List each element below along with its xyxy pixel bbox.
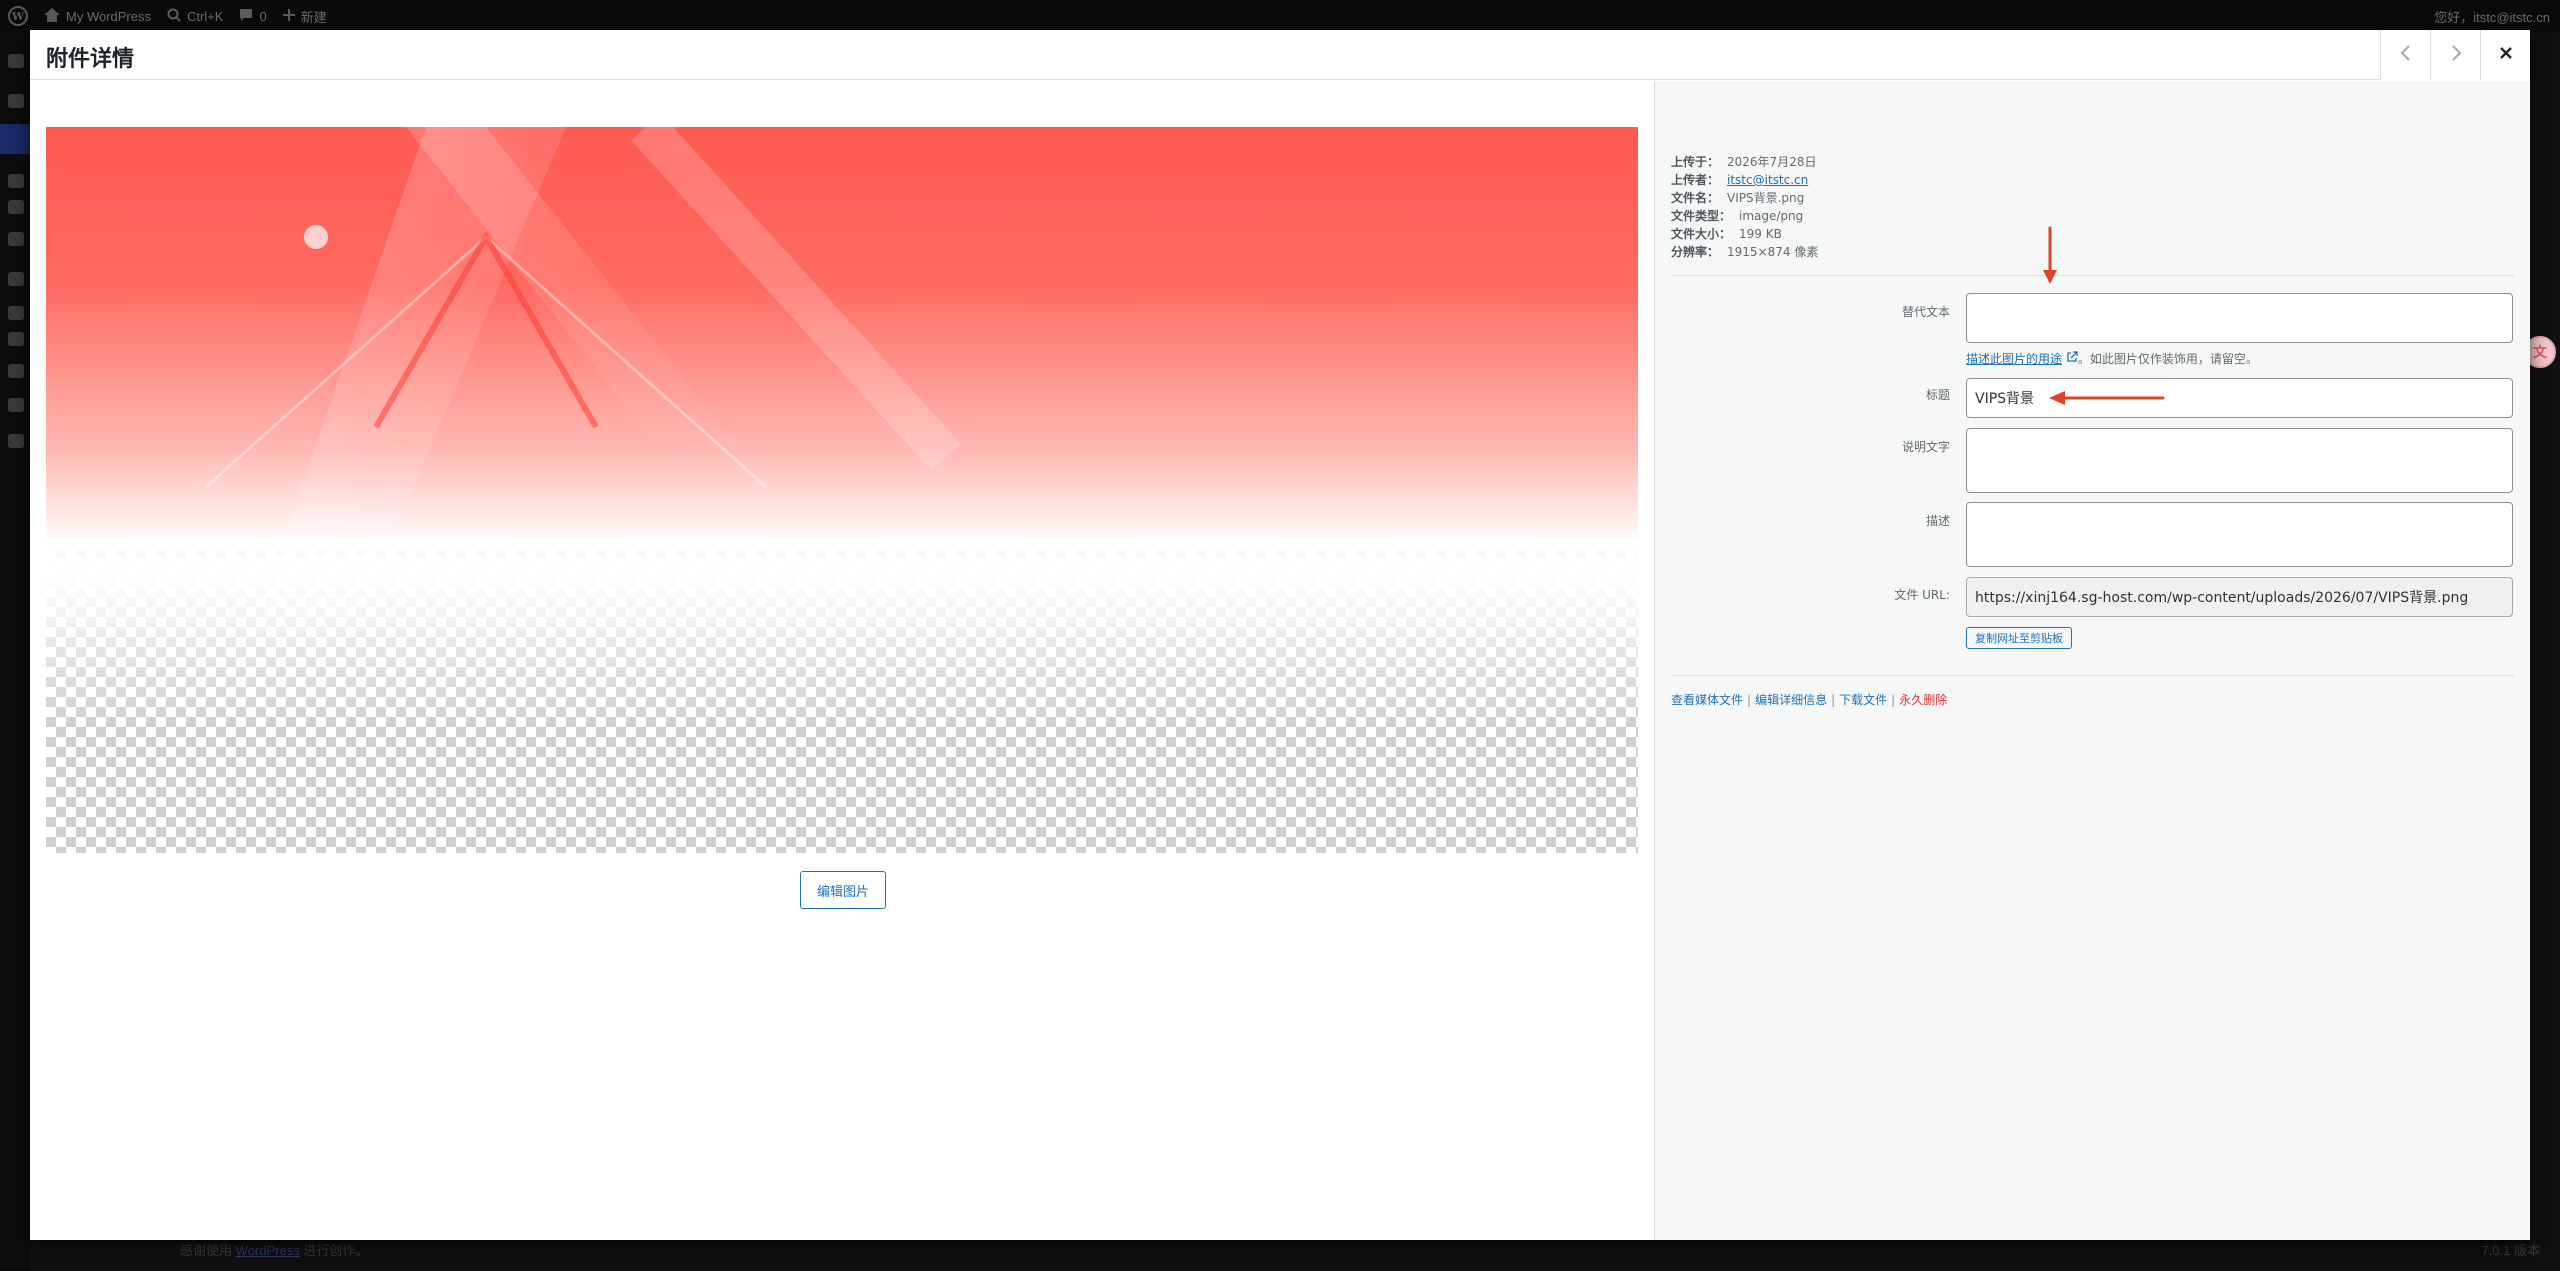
separator: | [1747,693,1752,707]
uploaded-on: 上传于： 2026年7月28日 [1671,153,1818,171]
annotation-arrow-left-icon [2049,391,2165,405]
alt-help-link[interactable]: 描述此图片的用途 [1966,352,2062,366]
site-name-link[interactable]: My WordPress [36,0,159,32]
media-icon[interactable] [0,124,30,154]
file-size-value: 199 KB [1739,227,1782,241]
comment-icon [239,8,253,25]
previous-button[interactable] [2380,30,2430,80]
uploaded-by-link[interactable]: itstc@itstc.cn [1727,173,1808,187]
file-type-value: image/png [1739,209,1804,223]
download-file-link[interactable]: 下载文件 [1839,693,1887,707]
vips-background-image [46,127,1638,727]
image-preview-pane: 编辑图片 [30,81,1654,1240]
divider [1671,275,2514,276]
separator: | [1831,693,1836,707]
description-label: 描述 [1925,514,1950,528]
copy-url-button[interactable]: 复制网址至剪贴板 [1966,627,2072,649]
next-button[interactable] [2430,30,2480,80]
site-name-label: My WordPress [66,8,151,24]
file-size: 文件大小： 199 KB [1671,225,1818,243]
modal-header: 附件详情 [30,30,2530,80]
alt-text-field[interactable] [1966,293,2513,343]
modal-title: 附件详情 [46,46,135,71]
chevron-left-icon [2399,44,2413,66]
caption-field[interactable] [1966,428,2513,493]
footer-version: 7.0.1 版本 [2481,1243,2540,1258]
edit-details-link[interactable]: 编辑详细信息 [1755,693,1827,707]
delete-permanently-link[interactable]: 永久删除 [1899,693,1947,707]
dimensions-value: 1915×874 像素 [1727,245,1819,259]
comments-link[interactable]: 0 [231,0,274,32]
settings-icon[interactable] [8,398,24,412]
account-menu[interactable]: 您好，itstc@itstc.cn [2434,0,2550,32]
separator: | [1891,693,1896,707]
attachment-actions: 查看媒体文件 | 编辑详细信息 | 下载文件 | 永久删除 [1671,691,1947,708]
new-label: 新建 [300,9,327,25]
greeting-label: 您好，itstc@itstc.cn [2434,9,2550,25]
brush-icon[interactable] [8,272,24,286]
wordpress-logo-icon[interactable]: W [0,0,36,32]
footer-prefix: 感谢使用 [180,1243,233,1258]
annotation-arrow-down-icon [2043,226,2057,284]
file-type: 文件类型： image/png [1671,207,1818,225]
file-name-value: VIPS背景.png [1727,191,1805,205]
file-url-label: 文件 URL: [1894,588,1950,602]
svg-text:W: W [11,10,25,23]
uploaded-by-label: 上传者： [1671,173,1720,187]
file-type-label: 文件类型： [1671,209,1732,223]
close-icon [2499,46,2513,65]
page-icon[interactable] [8,200,24,214]
new-content-link[interactable]: 新建 [275,0,335,32]
home-icon [44,7,60,25]
shortcut-label: Ctrl+K [187,8,224,24]
uploaded-on-value: 2026年7月28日 [1727,155,1817,169]
file-info: 上传于： 2026年7月28日 上传者： itstc@itstc.cn 文件名： VI… [1671,153,1818,261]
admin-sidebar [0,32,30,1271]
search-icon [167,8,181,25]
alt-text-label: 替代文本 [1901,305,1950,319]
plus-icon [282,8,295,24]
attachment-details-pane: 上传于： 2026年7月28日 上传者： itstc@itstc.cn 文件名： VI… [1654,81,2530,1240]
footer-wordpress-link[interactable]: WordPress [236,1243,300,1258]
file-size-label: 文件大小： [1671,227,1732,241]
file-name-label: 文件名： [1671,191,1720,205]
user-icon[interactable] [8,332,24,346]
dimensions-label: 分辨率： [1671,245,1720,259]
uploaded-by: 上传者： itstc@itstc.cn [1671,171,1818,189]
divider [1671,675,2514,676]
close-button[interactable] [2480,30,2530,80]
comment-icon[interactable] [8,232,24,246]
footer-suffix: 进行创作。 [303,1243,369,1258]
admin-bar: W My WordPress Ctrl+K 0 新建 您好，itstc@itst… [0,0,2560,32]
wrench-icon[interactable] [8,364,24,378]
dashboard-icon[interactable] [8,54,24,68]
caption-label: 说明文字 [1901,440,1950,454]
alt-text-help: 描述此图片的用途 。如此图片仅作装饰用，请留空。 [1966,350,2258,367]
view-media-link[interactable]: 查看媒体文件 [1671,693,1743,707]
page-icon[interactable] [8,174,24,188]
comments-count: 0 [259,8,267,24]
footer-thanks: 感谢使用 WordPress 进行创作。 [180,1240,368,1259]
plugin-icon[interactable] [8,306,24,320]
file-name: 文件名： VIPS背景.png [1671,189,1818,207]
collapse-icon[interactable] [8,434,24,448]
alt-help-suffix: 。如此图片仅作装饰用，请留空。 [2077,352,2258,366]
external-link-icon [2066,351,2078,366]
uploaded-on-label: 上传于： [1671,155,1720,169]
title-label: 标题 [1925,388,1950,402]
edit-image-button[interactable]: 编辑图片 [800,871,886,909]
attachment-details-modal: 附件详情 编辑图片 上传于： 2026年7月28日 上传者： itstc@its… [30,30,2530,1240]
attachment-image [46,127,1638,853]
command-palette-link[interactable]: Ctrl+K [159,0,231,32]
description-field[interactable] [1966,502,2513,567]
dimensions: 分辨率： 1915×874 像素 [1671,243,1818,261]
chevron-right-icon [2449,44,2463,66]
file-url-field[interactable]: https://xinj164.sg-host.com/wp-content/u… [1966,577,2513,617]
pin-icon[interactable] [8,94,24,108]
